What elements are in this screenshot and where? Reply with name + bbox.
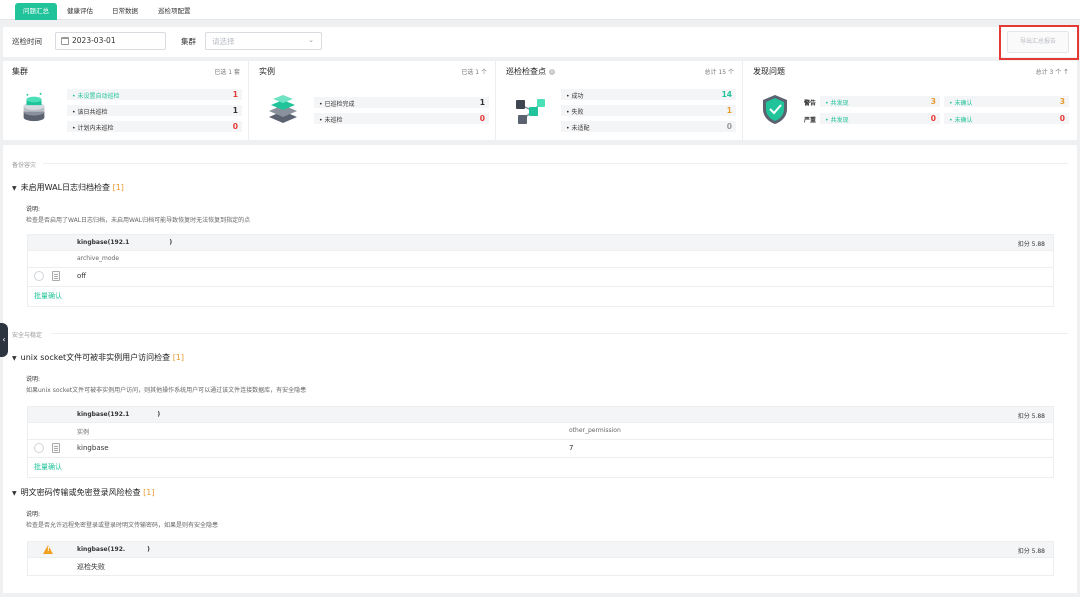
check-title-wal[interactable]: ▼ 未启用WAL日志归档检查 [1] xyxy=(12,182,124,193)
instance-row-pending: • 未巡检 0 xyxy=(314,113,489,124)
deduction-score: 扣分 5.88 xyxy=(1017,548,1045,555)
cluster-card: 集群 已选 1 套 • 未设置自动巡检 1 • 该日共巡检 1 • 计划内未巡检… xyxy=(3,61,249,140)
section-heading-security: 安全与稳定 xyxy=(12,332,43,339)
desc-text: 如果unix socket文件可被非实例用户访问，则其他操作系统用户可以通过该文… xyxy=(26,387,307,394)
result-table-plaintext-password: kingbase(192.) 扣分 5.88 巡检失败 xyxy=(27,541,1054,576)
tab-issue-summary[interactable]: 问题汇总 xyxy=(15,3,57,20)
card-title: 实例 xyxy=(259,67,275,76)
cluster-row-total: • 该日共巡检 1 xyxy=(67,105,242,116)
cluster-label: 集群 xyxy=(181,37,196,46)
row-radio[interactable] xyxy=(34,443,44,453)
result-table-unix-socket: kingbase(192.1) 扣分 5.88 实例 other_permiss… xyxy=(27,406,1054,478)
check-title-unix-socket[interactable]: ▼ unix socket文件可被非实例用户访问检查 [1] xyxy=(12,352,184,363)
card-meta: 已选 1 套 xyxy=(214,69,240,76)
card-meta: 总计 3 个 ↑ xyxy=(1035,68,1069,76)
severe-unconfirmed-row: • 未确认 0 xyxy=(944,113,1069,124)
batch-confirm-button[interactable]: 批量确认 xyxy=(34,462,62,472)
card-title: 巡检检查点 i xyxy=(506,66,555,77)
severe-found-row: • 共发现 0 xyxy=(820,113,940,124)
checkpoint-row-failed: • 失败 1 xyxy=(561,105,736,116)
shield-check-icon xyxy=(763,95,787,124)
deduction-score: 扣分 5.88 xyxy=(1017,241,1045,248)
card-meta: 总计 15 个 xyxy=(704,69,734,76)
calendar-icon xyxy=(61,37,69,45)
desc-label: 说明: xyxy=(26,511,41,518)
section-heading-backup: 备份容灾 xyxy=(12,162,37,169)
tab-daily-data[interactable]: 日常数据 xyxy=(104,3,146,20)
host-label: kingbase(192.1) xyxy=(77,411,161,418)
checkpoint-row-unadapted: • 未适配 0 xyxy=(561,121,736,132)
inspection-status: 巡检失败 xyxy=(77,563,105,571)
card-title: 发现问题 xyxy=(753,67,785,76)
section-divider xyxy=(51,333,1068,334)
filter-bar: 巡检时间 2023-03-01 集群 请选择 ⌄ 导出汇总报告 xyxy=(3,27,1077,57)
desc-label: 说明: xyxy=(26,376,41,383)
result-header: kingbase(192.) 扣分 5.88 xyxy=(28,542,1053,557)
tab-check-config[interactable]: 巡检项配置 xyxy=(150,3,199,20)
warning-found-row: • 共发现 3 xyxy=(820,96,940,107)
inspection-time-label: 巡检时间 xyxy=(12,37,42,46)
cluster-row-no-auto: • 未设置自动巡检 1 xyxy=(67,89,242,100)
date-value: 2023-03-01 xyxy=(72,36,116,45)
checkpoint-row-success: • 成功 14 xyxy=(561,89,736,100)
result-columns: archive_mode xyxy=(28,250,1053,265)
table-row: 巡检失败 xyxy=(28,557,1053,575)
network-nodes-icon xyxy=(516,99,545,124)
chevron-left-icon: ‹ xyxy=(2,335,6,344)
batch-confirm-row: 批量确认 xyxy=(28,286,1053,303)
result-header: kingbase(192.1) 扣分 5.88 xyxy=(28,407,1053,422)
host-label: kingbase(192.1) xyxy=(77,239,173,246)
instance-row-done: • 已巡检完成 1 xyxy=(314,97,489,108)
warning-level-label: 警告 xyxy=(804,100,817,107)
issues-card: 发现问题 总计 3 个 ↑ 警告 • 共发现 3 • 未确认 3 严重 • 共发… xyxy=(744,61,1077,140)
caret-down-icon: ▼ xyxy=(12,490,17,497)
layered-cubes-icon xyxy=(269,95,297,123)
warning-unconfirmed-row: • 未确认 3 xyxy=(944,96,1069,107)
card-meta: 已选 1 个 xyxy=(461,69,487,76)
column-header: archive_mode xyxy=(77,255,120,262)
card-title: 集群 xyxy=(12,67,28,76)
check-title-plaintext-password[interactable]: ▼ 明文密码传输或免密登录风险检查 [1] xyxy=(12,487,155,498)
cluster-placeholder: 请选择 xyxy=(212,37,235,46)
desc-text: 检查是否允许远程免密登录或登录时明文传输密码，如果是则有安全隐患 xyxy=(26,522,219,529)
section-divider xyxy=(43,163,1068,164)
result-table-wal: kingbase(192.1) 扣分 5.88 archive_mode off… xyxy=(27,234,1054,307)
desc-text: 检查是否启用了WAL日志归档，未启用WAL归档可能导致恢复时无法恢复到指定的点 xyxy=(26,217,251,224)
host-label: kingbase(192.) xyxy=(77,546,150,553)
cluster-row-missed: • 计划内未巡检 0 xyxy=(67,121,242,132)
checkpoint-card: 巡检检查点 i 总计 15 个 • 成功 14 • 失败 1 • 未适配 0 xyxy=(497,61,743,140)
caret-down-icon: ▼ xyxy=(12,355,17,362)
column-header-permission: other_permission xyxy=(569,427,621,434)
table-row: off xyxy=(28,267,1053,283)
instance-card: 实例 已选 1 个 • 已巡检完成 1 • 未巡检 0 xyxy=(250,61,496,140)
result-header: kingbase(192.1) 扣分 5.88 xyxy=(28,235,1053,250)
cell-value: off xyxy=(77,272,87,280)
date-picker[interactable]: 2023-03-01 xyxy=(55,32,166,50)
cell-instance: kingbase xyxy=(77,444,109,452)
issue-detail-panel: 备份容灾 ▼ 未启用WAL日志归档检查 [1] 说明: 检查是否启用了WAL日志归… xyxy=(3,145,1077,593)
column-header-instance: 实例 xyxy=(77,429,90,436)
summary-panel: 集群 已选 1 套 • 未设置自动巡检 1 • 该日共巡检 1 • 计划内未巡检… xyxy=(3,61,1077,140)
caret-down-icon: ▼ xyxy=(12,185,17,192)
highlight-box xyxy=(999,25,1079,60)
row-radio[interactable] xyxy=(34,271,44,281)
chevron-down-icon: ⌄ xyxy=(308,36,314,44)
warning-icon xyxy=(43,545,53,554)
database-stack-icon xyxy=(23,92,45,122)
cell-permission: 7 xyxy=(569,444,574,452)
deduction-score: 扣分 5.88 xyxy=(1017,413,1045,420)
info-icon[interactable]: i xyxy=(549,68,555,75)
sidebar-collapse-toggle[interactable]: ‹ xyxy=(0,323,8,357)
tab-bar: 问题汇总 健康评估 日常数据 巡检项配置 xyxy=(0,0,1080,20)
desc-label: 说明: xyxy=(26,206,41,213)
note-icon[interactable] xyxy=(52,271,60,281)
cluster-select[interactable]: 请选择 ⌄ xyxy=(205,32,322,50)
note-icon[interactable] xyxy=(52,443,60,453)
severe-level-label: 严重 xyxy=(804,117,817,124)
table-row: kingbase 7 xyxy=(28,439,1053,455)
result-columns: 实例 other_permission xyxy=(28,422,1053,437)
batch-confirm-button[interactable]: 批量确认 xyxy=(34,291,62,301)
tab-health-assessment[interactable]: 健康评估 xyxy=(59,3,101,20)
batch-confirm-row: 批量确认 xyxy=(28,457,1053,474)
